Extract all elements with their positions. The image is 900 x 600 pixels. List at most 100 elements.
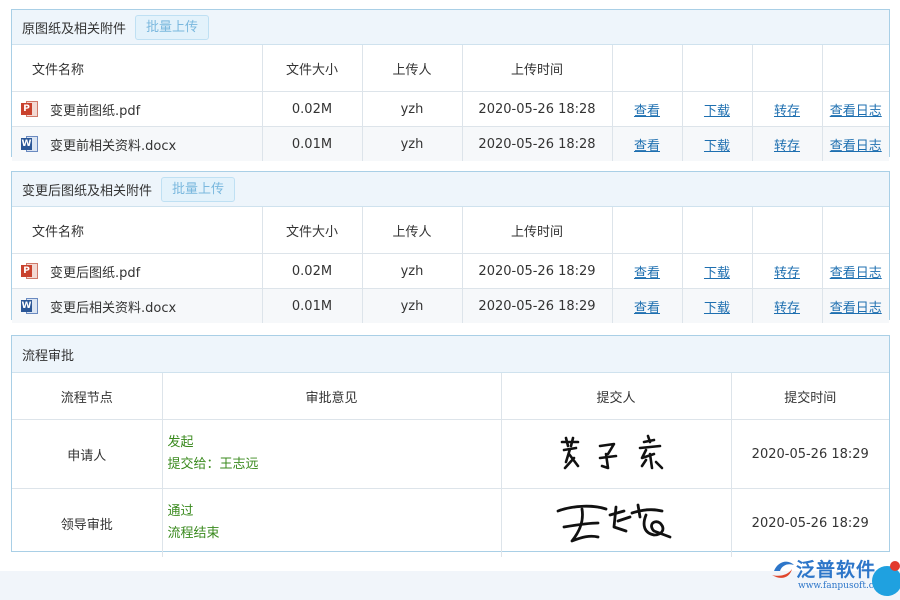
column-header-uploader: 上传人 bbox=[362, 45, 462, 92]
table-row: 申请人 发起 提交给：王志远 2020-05-26 18:29 bbox=[12, 420, 889, 489]
pdf-file-icon: P bbox=[21, 262, 38, 280]
approval-table: 流程节点 审批意见 提交人 提交时间 申请人 发起 提交给：王志远 bbox=[12, 373, 889, 557]
batch-upload-button[interactable]: 批量上传 bbox=[161, 177, 235, 202]
column-header-empty bbox=[612, 45, 682, 92]
table-header-row: 流程节点 审批意见 提交人 提交时间 bbox=[12, 373, 889, 420]
file-name-cell: P 变更后图纸.pdf bbox=[12, 254, 262, 289]
table-row: W 变更后相关资料.docx 0.01M yzh 2020-05-26 18:29… bbox=[12, 289, 889, 324]
process-node: 申请人 bbox=[12, 420, 162, 489]
column-header-submitter: 提交人 bbox=[501, 373, 731, 420]
column-header-uploader: 上传人 bbox=[362, 207, 462, 254]
file-size: 0.02M bbox=[262, 92, 362, 127]
column-header-size: 文件大小 bbox=[262, 207, 362, 254]
transfer-link[interactable]: 转存 bbox=[774, 104, 800, 119]
file-uploader: yzh bbox=[362, 254, 462, 289]
table-row: P 变更后图纸.pdf 0.02M yzh 2020-05-26 18:29 查看… bbox=[12, 254, 889, 289]
table-header-row: 文件名称 文件大小 上传人 上传时间 bbox=[12, 45, 889, 92]
column-header-empty bbox=[752, 207, 822, 254]
file-name-cell: P 变更前图纸.pdf bbox=[12, 92, 262, 127]
download-link[interactable]: 下载 bbox=[704, 301, 730, 316]
table-header-row: 文件名称 文件大小 上传人 上传时间 bbox=[12, 207, 889, 254]
opinion-line: 提交给：王志远 bbox=[168, 454, 500, 476]
table-row: W 变更前相关资料.docx 0.01M yzh 2020-05-26 18:28… bbox=[12, 127, 889, 162]
file-upload-time: 2020-05-26 18:29 bbox=[462, 254, 612, 289]
file-table: 文件名称 文件大小 上传人 上传时间 P 变更前图纸.pdf 0.02M yzh … bbox=[12, 45, 889, 161]
panel-header: 流程审批 bbox=[12, 336, 889, 373]
process-approval-panel: 流程审批 流程节点 审批意见 提交人 提交时间 申请人 发起 提交给：王志远 bbox=[11, 335, 890, 552]
column-header-empty bbox=[822, 45, 889, 92]
footer-band bbox=[0, 571, 900, 600]
column-header-empty bbox=[682, 45, 752, 92]
file-upload-time: 2020-05-26 18:28 bbox=[462, 92, 612, 127]
transfer-link[interactable]: 转存 bbox=[774, 301, 800, 316]
submit-time: 2020-05-26 18:29 bbox=[731, 489, 889, 558]
column-header-time: 上传时间 bbox=[462, 45, 612, 92]
word-file-icon: W bbox=[21, 135, 38, 153]
panel-header: 原图纸及相关附件 批量上传 bbox=[12, 10, 889, 45]
view-link[interactable]: 查看 bbox=[634, 104, 660, 119]
file-size: 0.01M bbox=[262, 289, 362, 324]
column-header-node: 流程节点 bbox=[12, 373, 162, 420]
logo-icon bbox=[770, 555, 796, 581]
panel-header: 变更后图纸及相关附件 批量上传 bbox=[12, 172, 889, 207]
table-row: P 变更前图纸.pdf 0.02M yzh 2020-05-26 18:28 查看… bbox=[12, 92, 889, 127]
file-uploader: yzh bbox=[362, 289, 462, 324]
table-row: 领导审批 通过 流程结束 2020-05-26 18:29 bbox=[12, 489, 889, 558]
transfer-link[interactable]: 转存 bbox=[774, 139, 800, 154]
submitter-cell bbox=[501, 420, 731, 489]
file-uploader: yzh bbox=[362, 92, 462, 127]
column-header-empty bbox=[822, 207, 889, 254]
file-uploader: yzh bbox=[362, 127, 462, 162]
pdf-file-icon: P bbox=[21, 100, 38, 118]
panel-title: 流程审批 bbox=[22, 345, 74, 364]
view-log-link[interactable]: 查看日志 bbox=[830, 266, 882, 281]
attachments-after-panel: 变更后图纸及相关附件 批量上传 文件名称 文件大小 上传人 上传时间 P 变更后图… bbox=[11, 171, 890, 320]
column-header-empty bbox=[752, 45, 822, 92]
column-header-opinion: 审批意见 bbox=[162, 373, 501, 420]
submit-time: 2020-05-26 18:29 bbox=[731, 420, 889, 489]
word-file-icon: W bbox=[21, 297, 38, 315]
file-name: 变更后相关资料.docx bbox=[50, 297, 176, 316]
column-header-name: 文件名称 bbox=[12, 207, 262, 254]
column-header-name: 文件名称 bbox=[12, 45, 262, 92]
file-upload-time: 2020-05-26 18:28 bbox=[462, 127, 612, 162]
signature-image bbox=[554, 497, 678, 549]
batch-upload-button[interactable]: 批量上传 bbox=[135, 15, 209, 40]
view-log-link[interactable]: 查看日志 bbox=[830, 104, 882, 119]
opinion-line: 流程结束 bbox=[168, 523, 500, 545]
download-link[interactable]: 下载 bbox=[704, 266, 730, 281]
download-link[interactable]: 下载 bbox=[704, 139, 730, 154]
approval-opinion: 发起 提交给：王志远 bbox=[162, 420, 501, 489]
panel-title: 原图纸及相关附件 bbox=[22, 18, 126, 37]
view-link[interactable]: 查看 bbox=[634, 266, 660, 281]
view-log-link[interactable]: 查看日志 bbox=[830, 139, 882, 154]
view-log-link[interactable]: 查看日志 bbox=[830, 301, 882, 316]
file-name: 变更后图纸.pdf bbox=[50, 262, 140, 281]
file-name: 变更前相关资料.docx bbox=[50, 135, 176, 154]
file-name: 变更前图纸.pdf bbox=[50, 100, 140, 119]
submitter-cell bbox=[501, 489, 731, 558]
download-link[interactable]: 下载 bbox=[704, 104, 730, 119]
logo-text: 泛普软件 bbox=[796, 555, 876, 582]
panel-title: 变更后图纸及相关附件 bbox=[22, 180, 152, 199]
column-header-time: 上传时间 bbox=[462, 207, 612, 254]
column-header-empty bbox=[682, 207, 752, 254]
attachments-before-panel: 原图纸及相关附件 批量上传 文件名称 文件大小 上传人 上传时间 P 变更前图纸.… bbox=[11, 9, 890, 157]
file-size: 0.02M bbox=[262, 254, 362, 289]
file-name-cell: W 变更后相关资料.docx bbox=[12, 289, 262, 324]
column-header-size: 文件大小 bbox=[262, 45, 362, 92]
opinion-line: 发起 bbox=[168, 432, 500, 454]
opinion-line: 通过 bbox=[168, 501, 500, 523]
approval-opinion: 通过 流程结束 bbox=[162, 489, 501, 558]
file-size: 0.01M bbox=[262, 127, 362, 162]
view-link[interactable]: 查看 bbox=[634, 139, 660, 154]
process-node: 领导审批 bbox=[12, 489, 162, 558]
notification-badge bbox=[890, 561, 900, 571]
transfer-link[interactable]: 转存 bbox=[774, 266, 800, 281]
signature-image bbox=[556, 432, 676, 476]
file-table: 文件名称 文件大小 上传人 上传时间 P 变更后图纸.pdf 0.02M yzh … bbox=[12, 207, 889, 323]
view-link[interactable]: 查看 bbox=[634, 301, 660, 316]
file-name-cell: W 变更前相关资料.docx bbox=[12, 127, 262, 162]
column-header-empty bbox=[612, 207, 682, 254]
file-upload-time: 2020-05-26 18:29 bbox=[462, 289, 612, 324]
